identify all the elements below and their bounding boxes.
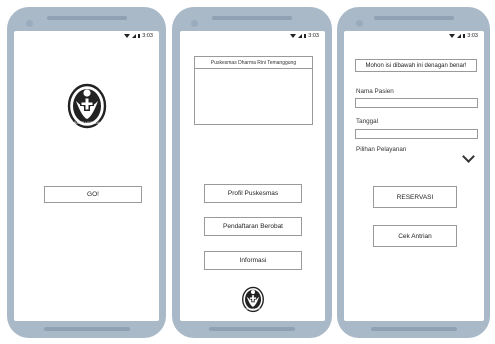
status-time: 3:03 <box>142 33 153 39</box>
logo-text: BAKTI HUSADA <box>245 308 261 311</box>
front-camera <box>356 20 363 27</box>
battery-icon <box>137 33 141 39</box>
date-input[interactable] <box>355 129 478 139</box>
chevron-down-icon[interactable] <box>462 150 475 163</box>
bakti-husada-logo-icon: BAKTI HUSADA <box>67 83 107 129</box>
status-bar: 3:03 <box>123 33 153 39</box>
signal-icon <box>456 34 461 38</box>
patient-name-input[interactable] <box>355 98 478 108</box>
front-camera <box>191 20 198 27</box>
header-title: Puskesmas Dharma Rini Temanggung <box>195 57 312 69</box>
front-camera <box>26 20 33 27</box>
header-panel: Puskesmas Dharma Rini Temanggung <box>194 56 313 125</box>
phone-frame-3: 3:03 Mohon isi dibawah ini denagan benar… <box>337 7 490 338</box>
screen-menu: 3:03 Puskesmas Dharma Rini Temanggung Pr… <box>180 31 325 321</box>
speaker-grille <box>46 16 127 20</box>
screen-reservation-form: 3:03 Mohon isi dibawah ini denagan benar… <box>344 31 484 321</box>
menu-informasi-button[interactable]: Informasi <box>204 251 302 270</box>
phone-frame-1: 3:03 BAKTI HUSADA GO! <box>7 7 166 338</box>
service-label: Pilihan Pelayanan <box>356 146 407 153</box>
reservasi-button[interactable]: RESERVASI <box>373 186 457 208</box>
speaker-grille <box>373 16 454 20</box>
signal-icon <box>131 34 136 38</box>
battery-icon <box>303 33 307 39</box>
home-indicator <box>43 327 130 331</box>
status-time: 3:03 <box>308 33 319 39</box>
home-indicator <box>209 327 295 331</box>
logo-text: BAKTI HUSADA <box>74 121 101 125</box>
signal-icon <box>297 34 302 38</box>
speaker-grille <box>212 16 292 20</box>
home-indicator <box>370 327 457 331</box>
status-time: 3:03 <box>467 33 478 39</box>
form-instruction: Mohon isi dibawah ini denagan benar! <box>355 59 477 72</box>
bakti-husada-logo: BAKTI HUSADA <box>241 286 265 314</box>
date-label: Tanggal <box>356 118 379 125</box>
status-bar: 3:03 <box>448 33 478 39</box>
cek-antrian-button[interactable]: Cek Antrian <box>373 225 457 247</box>
menu-profil-puskesmas-button[interactable]: Profil Puskesmas <box>204 184 302 203</box>
bakti-husada-logo: BAKTI HUSADA <box>66 83 108 131</box>
menu-pendaftaran-berobat-button[interactable]: Pendaftaran Berobat <box>204 217 302 236</box>
wifi-icon <box>448 34 455 38</box>
screen-home: 3:03 BAKTI HUSADA GO! <box>14 31 159 321</box>
battery-icon <box>462 33 466 39</box>
wifi-icon <box>289 34 296 38</box>
phone-frame-2: 3:03 Puskesmas Dharma Rini Temanggung Pr… <box>172 7 332 338</box>
go-button[interactable]: GO! <box>44 186 142 203</box>
patient-name-label: Nama Pasien <box>356 88 394 95</box>
status-bar: 3:03 <box>289 33 319 39</box>
bakti-husada-logo-icon: BAKTI HUSADA <box>242 286 264 313</box>
wifi-icon <box>123 34 130 38</box>
